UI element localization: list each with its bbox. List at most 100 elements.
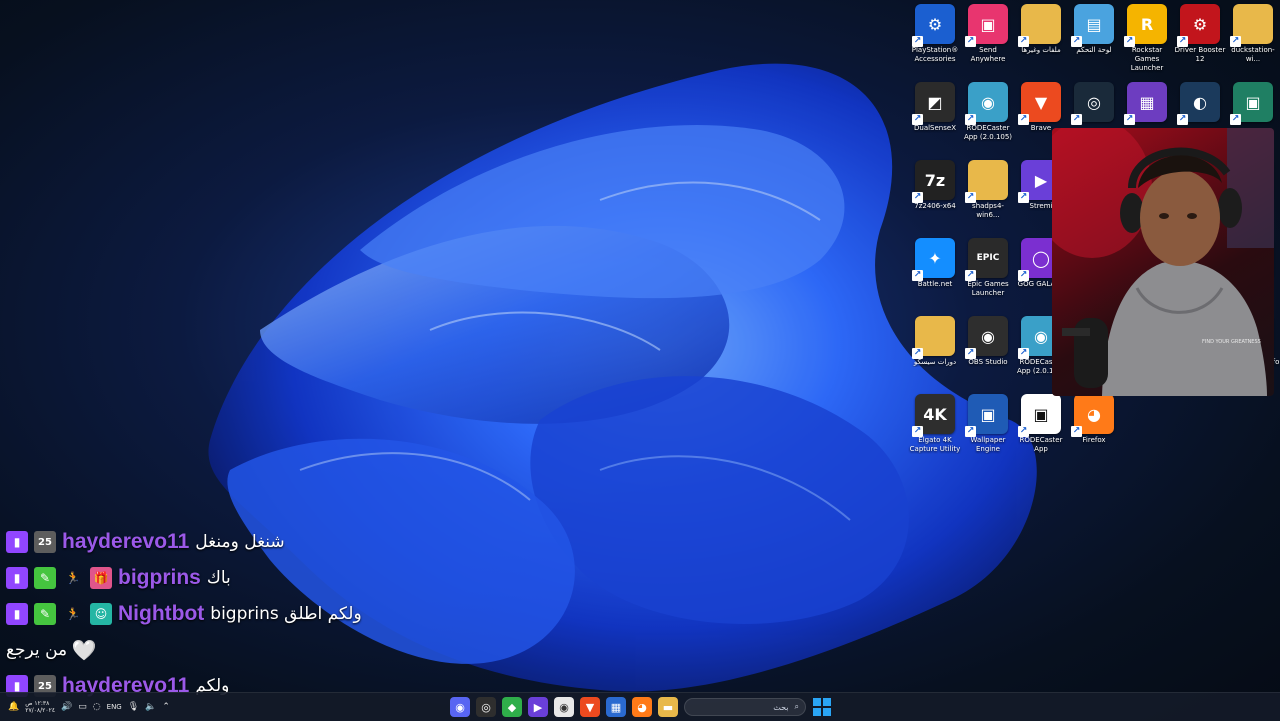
display-icon[interactable]: ▭: [78, 702, 87, 712]
elgato-icon: 4K ↗: [912, 394, 955, 437]
rodecaster-icon: ◉ ↗: [965, 82, 1008, 125]
start-button[interactable]: [812, 697, 832, 717]
desktop-icon[interactable]: ▣ ↗ RODECaster App: [1014, 390, 1068, 454]
sub-badge-icon: 25: [34, 531, 56, 553]
chat-username[interactable]: hayderevo11: [62, 530, 189, 554]
desktop-icon[interactable]: ▦ ↗: [1120, 78, 1174, 125]
twitch-badge-icon: ▮: [6, 567, 28, 589]
vip-badge-icon: ✎: [34, 603, 56, 625]
twitch-badge-icon: ▮: [6, 531, 28, 553]
desktop-icon-label: لوحة التحكم: [1076, 46, 1112, 54]
shortcut-arrow-icon: ↗: [912, 270, 923, 281]
folder-icon: ↗: [912, 316, 955, 359]
shortcut-arrow-icon: ↗: [1124, 36, 1135, 47]
discord-taskbar-icon[interactable]: ◉: [450, 697, 470, 717]
chevron-up-icon[interactable]: ⌃: [162, 702, 170, 712]
desktop-icon[interactable]: ◕ ↗ Firefox: [1067, 390, 1121, 445]
shortcut-arrow-icon: ↗: [1018, 348, 1029, 359]
desktop-icon[interactable]: ↗ duckstation-wi...: [1226, 0, 1280, 64]
driver-booster-icon: ⚙ ↗: [1177, 4, 1220, 47]
desktop-icon[interactable]: ✦ ↗ Battle.net: [908, 234, 962, 289]
chat-text: باك: [206, 568, 231, 588]
desktop-icon-label: duckstation-wi...: [1231, 46, 1275, 63]
desktop-icon[interactable]: ▤ ↗ لوحة التحكم: [1067, 0, 1121, 55]
desktop-icon[interactable]: ▼ ↗ Brave: [1014, 78, 1068, 133]
cpu-z-icon: ▦ ↗: [1124, 82, 1167, 125]
hoodie-text: FIND YOUR GREATNESS: [1202, 339, 1261, 345]
chat-text: شنغل ومنغل: [195, 532, 285, 552]
desktop-icon[interactable]: ◉ ↗ OBS Studio: [961, 312, 1015, 367]
network-icon[interactable]: ◌: [93, 702, 101, 712]
rockstar-icon: R ↗: [1124, 4, 1167, 47]
folder-icon: ↗: [1230, 4, 1273, 47]
7zip-icon: 7z ↗: [912, 160, 955, 203]
search-box[interactable]: بحث ⌕: [684, 698, 806, 716]
shortcut-arrow-icon: ↗: [912, 348, 923, 359]
desktop-icon[interactable]: R ↗ Rockstar Games Launcher: [1120, 0, 1174, 73]
chat-message: ▮ ✎ 🏃 ☺ Nightbot bigprins ولكم اطلق: [6, 600, 362, 628]
explorer-taskbar-icon[interactable]: ▬: [658, 697, 678, 717]
store-taskbar-icon[interactable]: ▦: [606, 697, 626, 717]
chrome-taskbar-icon[interactable]: ◉: [554, 697, 574, 717]
shortcut-arrow-icon: ↗: [965, 192, 976, 203]
webcam-overlay: FIND YOUR GREATNESS: [1052, 128, 1274, 396]
chat-text: من يرجع: [6, 640, 68, 660]
shortcut-arrow-icon: ↗: [1124, 114, 1135, 125]
twitch-badge-icon: ▮: [6, 603, 28, 625]
microphone-icon[interactable]: 🎙: [128, 702, 139, 712]
shortcut-arrow-icon: ↗: [1230, 36, 1241, 47]
taskbar-apps: ◉ ◎ ◆ ▶ ◉ ▼ ▦ ◕ ▬: [450, 697, 678, 717]
obs-taskbar-icon[interactable]: ◎: [476, 697, 496, 717]
desktop-icon[interactable]: ↗ ملفات وغيرها: [1014, 0, 1068, 55]
wallpaper-engine-icon: ▣ ↗: [965, 394, 1008, 437]
notification-icon[interactable]: 🔔: [8, 702, 19, 712]
desktop-icon[interactable]: ↗ دورات سيسكو: [908, 312, 962, 367]
shortcut-arrow-icon: ↗: [1071, 114, 1082, 125]
desktop-icon[interactable]: ▣ ↗: [1226, 78, 1280, 125]
game-taskbar-icon[interactable]: ◆: [502, 697, 522, 717]
shortcut-arrow-icon: ↗: [1071, 36, 1082, 47]
clock-date: ٢٧/٠٨/٢٠٢٤: [25, 707, 56, 714]
language-indicator[interactable]: ENG: [107, 703, 122, 711]
epic-games-icon: EPIC ↗: [965, 238, 1008, 281]
shortcut-arrow-icon: ↗: [912, 36, 923, 47]
desktop-icon[interactable]: ▣ ↗ Wallpaper Engine: [961, 390, 1015, 454]
app-icon: ▣ ↗: [1230, 82, 1273, 125]
desktop-icon[interactable]: EPIC ↗ Epic Games Launcher: [961, 234, 1015, 298]
desktop-icon[interactable]: 4K ↗ Elgato 4K Capture Utility: [908, 390, 962, 454]
chat-username[interactable]: Nightbot: [118, 602, 204, 626]
speaker-icon[interactable]: 🔈: [145, 702, 156, 712]
firefox-taskbar-icon[interactable]: ◕: [632, 697, 652, 717]
firefox-icon: ◕ ↗: [1071, 394, 1114, 437]
shortcut-arrow-icon: ↗: [912, 192, 923, 203]
heart-icon: 🤍: [71, 638, 97, 662]
desktop-icon[interactable]: ⚙ ↗ Driver Booster 12: [1173, 0, 1227, 64]
clock[interactable]: ١٢:٣٨ ص ٢٧/٠٨/٢٠٢٤: [25, 700, 55, 714]
desktop-icon[interactable]: ◩ ↗ DualSenseX: [908, 78, 962, 133]
desktop-icon-label: shadps4-win6...: [972, 202, 1004, 219]
shortcut-arrow-icon: ↗: [965, 114, 976, 125]
search-placeholder: بحث: [773, 702, 789, 712]
desktop-icon[interactable]: ↗ shadps4-win6...: [961, 156, 1015, 220]
run-badge-icon: 🏃: [65, 607, 81, 621]
desktop-icon[interactable]: ⚙ ↗ PlayStation® Accessories: [908, 0, 962, 64]
brave-taskbar-icon[interactable]: ▼: [580, 697, 600, 717]
shortcut-arrow-icon: ↗: [965, 348, 976, 359]
chat-message: ▮ 25 hayderevo11 شنغل ومنغل: [6, 528, 285, 556]
search-icon: ⌕: [794, 702, 799, 711]
playstation-accessories-icon: ⚙ ↗: [912, 4, 955, 47]
taskbar: 🔔 ١٢:٣٨ ص ٢٧/٠٨/٢٠٢٤ 🔊 ▭ ◌ ENG 🎙 🔈 ⌃ ◉ ◎ ◆…: [0, 692, 1280, 721]
desktop-icon-label: PlayStation® Accessories: [911, 46, 959, 63]
desktop-icon-label: Rockstar Games Launcher: [1130, 46, 1164, 72]
volume-icon[interactable]: 🔊: [61, 702, 72, 712]
desktop-icon[interactable]: 7z ↗ 7z2406-x64: [908, 156, 962, 211]
desktop-icon-label: Battle.net: [917, 280, 953, 288]
desktop-icon[interactable]: ◉ ↗ RODECaster App (2.0.105): [961, 78, 1015, 142]
desktop-icon-label: 7z2406-x64: [914, 202, 956, 210]
chat-username[interactable]: bigprins: [118, 566, 201, 590]
battlenet-icon: ✦ ↗: [912, 238, 955, 281]
desktop-icon[interactable]: ◐ ↗: [1173, 78, 1227, 125]
desktop-icon[interactable]: ◎ ↗: [1067, 78, 1121, 125]
desktop-icon[interactable]: ▣ ↗ Send Anywhere: [961, 0, 1015, 64]
stremio-taskbar-icon[interactable]: ▶: [528, 697, 548, 717]
